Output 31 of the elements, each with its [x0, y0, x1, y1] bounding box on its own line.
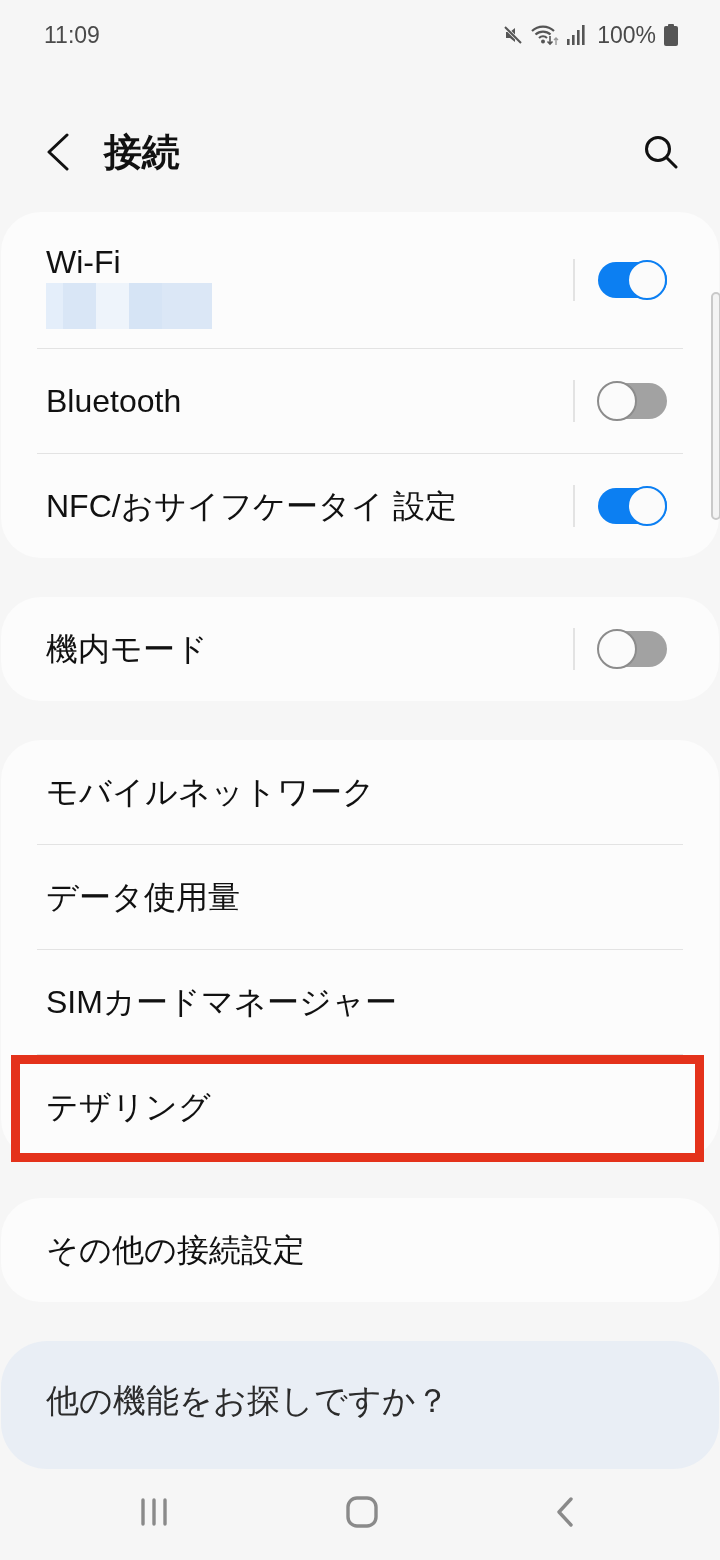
- suggestion-title: 他の機能をお探しですか？: [46, 1380, 449, 1421]
- search-button[interactable]: [644, 135, 678, 169]
- battery-icon: [664, 24, 678, 46]
- search-icon: [644, 135, 678, 169]
- setting-label[interactable]: Bluetooth: [46, 381, 182, 421]
- battery-percent: 100%: [597, 21, 656, 49]
- signal-icon: [567, 25, 586, 45]
- setting-label[interactable]: その他の接続設定: [46, 1230, 305, 1270]
- setting-label[interactable]: 機内モード: [46, 629, 208, 669]
- nav-back-button[interactable]: [556, 1497, 574, 1527]
- home-button[interactable]: [346, 1496, 378, 1528]
- status-time: 11:09: [44, 21, 100, 49]
- setting-label[interactable]: データ使用量: [46, 877, 240, 917]
- recent-apps-button[interactable]: [140, 1498, 168, 1526]
- setting-label[interactable]: NFC/おサイフケータイ 設定: [46, 486, 457, 526]
- toggle-switch[interactable]: [597, 485, 669, 527]
- back-icon: [556, 1497, 574, 1527]
- mute-icon: [503, 25, 524, 45]
- toggle-switch[interactable]: [597, 628, 669, 670]
- setting-label[interactable]: Wi-Fi: [46, 242, 121, 282]
- home-icon: [346, 1496, 378, 1528]
- back-button[interactable]: [46, 133, 70, 171]
- toggle-switch[interactable]: [597, 380, 669, 422]
- setting-label[interactable]: SIMカードマネージャー: [46, 982, 397, 1022]
- recent-apps-icon: [140, 1498, 168, 1526]
- wifi-icon: [531, 24, 560, 46]
- setting-label[interactable]: テザリング: [46, 1087, 211, 1127]
- back-icon: [46, 133, 70, 171]
- page-title: 接続: [104, 130, 181, 174]
- toggle-switch[interactable]: [597, 259, 669, 301]
- setting-label[interactable]: モバイルネットワーク: [46, 772, 375, 812]
